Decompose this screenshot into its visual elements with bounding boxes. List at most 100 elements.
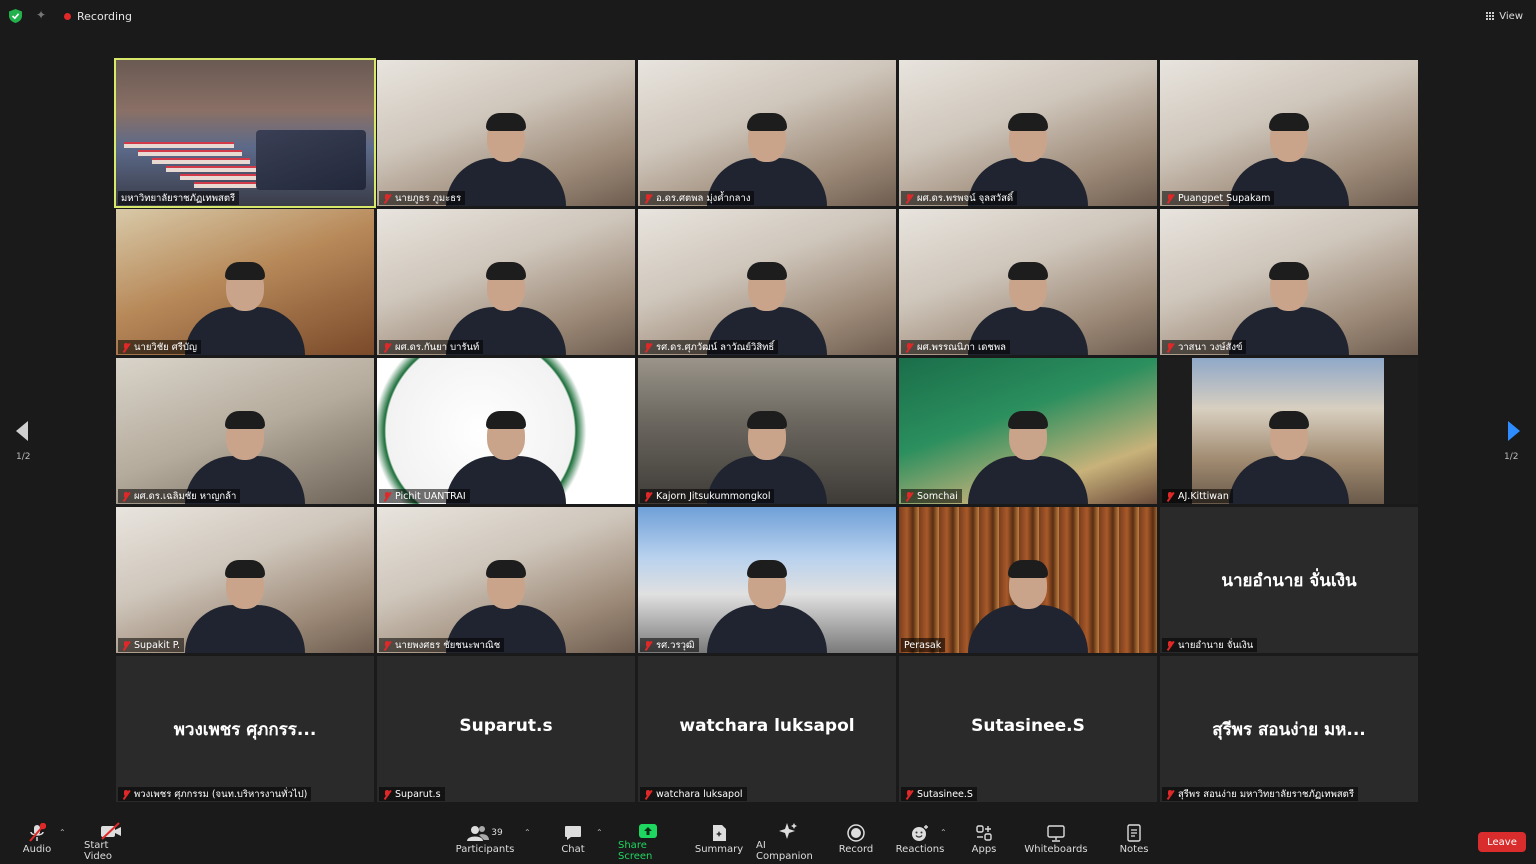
chat-button[interactable]: Chat	[560, 822, 586, 862]
recording-indicator[interactable]: Recording	[58, 7, 140, 25]
participant-hair	[1008, 560, 1048, 578]
view-button[interactable]: View	[1486, 7, 1523, 25]
participant-name-label: Suparut.s	[379, 787, 445, 801]
participant-name: AJ.Kittiwan	[1178, 490, 1229, 502]
participant-name-tile[interactable]: watchara luksapol watchara luksapol	[638, 656, 896, 802]
participant-video-tile[interactable]: Puangpet Supakam	[1160, 60, 1418, 206]
muted-microphone-icon	[121, 342, 131, 353]
participants-button[interactable]: 39 Participants	[455, 822, 515, 862]
participant-name: วาสนา วงษ์สังข์	[1178, 341, 1243, 353]
participant-video-tile[interactable]: Somchai	[899, 358, 1157, 504]
reactions-button[interactable]: Reactions	[896, 822, 944, 862]
participant-hair	[1008, 411, 1048, 429]
participant-hair	[1269, 113, 1309, 131]
record-circle-icon	[847, 822, 865, 844]
participant-name: ผศ.ดร.กันยา บารันท์	[395, 341, 480, 353]
audio-options-caret-icon[interactable]: ⌃	[59, 828, 66, 837]
recording-dot-icon	[64, 12, 71, 20]
participant-video-tile[interactable]: AJ.Kittiwan	[1160, 358, 1418, 504]
share-screen-button[interactable]: Share Screen	[618, 822, 678, 862]
whiteboard-icon	[1046, 822, 1066, 844]
participant-name-label: อ.ดร.ศตพล มุ่งค้ำกลาง	[640, 191, 755, 205]
participant-video-tile[interactable]: Perasak	[899, 507, 1157, 653]
participant-name: อ.ดร.ศตพล มุ่งค้ำกลาง	[656, 192, 751, 204]
participant-name-tile[interactable]: Sutasinee.S Sutasinee.S	[899, 656, 1157, 802]
participant-hair	[486, 411, 526, 429]
meeting-toolbar: Audio ⌃ Start Video 39 Participants ⌃ Ch…	[0, 816, 1536, 864]
participant-video-tile[interactable]: ผศ.พรรณนิภา เดชพล	[899, 209, 1157, 355]
participant-display-name: watchara luksapol	[679, 716, 855, 736]
record-button[interactable]: Record	[838, 822, 874, 862]
participant-hair	[747, 560, 787, 578]
previous-page-arrow-icon[interactable]	[14, 420, 30, 442]
muted-microphone-icon	[1165, 193, 1175, 204]
participant-hair	[486, 560, 526, 578]
participant-name-tile[interactable]: นายอำนาย จั่นเงิน นายอำนาย จั่นเงิน	[1160, 507, 1418, 653]
participant-video-tile[interactable]: ผศ.ดร.พรพจน์ จุลสวัสดิ์	[899, 60, 1157, 206]
whiteboards-label: Whiteboards	[1024, 844, 1088, 855]
participant-name: นายวิชัย ศรีบัญ	[134, 341, 198, 353]
participant-silhouette	[968, 411, 1088, 504]
participant-name-tile[interactable]: พวงเพชร ศุภกรร... พวงเพชร ศุภกรรม (จนท.บร…	[116, 656, 374, 802]
participant-video-tile[interactable]: Pichit UANTRAI	[377, 358, 635, 504]
participant-video-tile[interactable]: มหาวิทยาลัยราชภัฏเทพสตรี	[114, 58, 376, 208]
participant-display-name: สุรีพร สอนง่าย มห...	[1212, 720, 1366, 740]
participant-video-tile[interactable]: นายพงศธร ชัยชนะพาณิช	[377, 507, 635, 653]
apps-label: Apps	[971, 844, 997, 855]
whiteboards-button[interactable]: Whiteboards	[1024, 822, 1088, 862]
muted-microphone-icon	[904, 491, 914, 502]
participant-name-label: ผศ.ดร.พรพจน์ จุลสวัสดิ์	[901, 191, 1018, 205]
participant-video-tile[interactable]: Kajorn Jitsukummongkol	[638, 358, 896, 504]
participant-name: Perasak	[904, 639, 942, 651]
notes-button[interactable]: Notes	[1120, 822, 1148, 862]
apps-icon	[975, 822, 993, 844]
participant-hair	[486, 113, 526, 131]
audio-button[interactable]: Audio	[22, 822, 52, 862]
participant-video-tile[interactable]: วาสนา วงษ์สังข์	[1160, 209, 1418, 355]
participant-hair	[225, 560, 265, 578]
record-label: Record	[838, 844, 874, 855]
leave-button[interactable]: Leave	[1478, 832, 1526, 852]
page-indicator-right: 1/2	[1504, 452, 1519, 462]
participant-name-tile[interactable]: Suparut.s Suparut.s	[377, 656, 635, 802]
muted-microphone-icon	[121, 789, 131, 800]
participant-name-label: สุรีพร สอนง่าย มหาวิทยาลัยราชภัฏเทพสตรี	[1162, 787, 1358, 801]
conference-table	[138, 150, 242, 156]
participant-video-tile[interactable]: ผศ.ดร.เฉลิมชัย หาญกล้า	[116, 358, 374, 504]
participant-silhouette	[968, 560, 1088, 653]
participant-video-tile[interactable]: รศ.วรวุฒิ	[638, 507, 896, 653]
ai-companion-button[interactable]: AI Companion	[756, 822, 820, 862]
participant-video-tile[interactable]: Supakit P.	[116, 507, 374, 653]
muted-microphone-icon	[643, 640, 653, 651]
participant-video-tile[interactable]: ผศ.ดร.กันยา บารันท์	[377, 209, 635, 355]
participant-body	[185, 307, 305, 355]
participant-name: มหาวิทยาลัยราชภัฏเทพสตรี	[121, 192, 236, 204]
participants-label: Participants	[455, 844, 515, 855]
chat-options-caret-icon[interactable]: ⌃	[596, 828, 603, 837]
participant-name-tile[interactable]: สุรีพร สอนง่าย มห... สุรีพร สอนง่าย มหาวิ…	[1160, 656, 1418, 802]
participants-options-caret-icon[interactable]: ⌃	[524, 828, 531, 837]
summary-label: Summary	[694, 844, 744, 855]
participant-name: นายอำนาย จั่นเงิน	[1178, 639, 1254, 651]
participant-name-label: watchara luksapol	[640, 787, 747, 801]
participant-video-tile[interactable]: นายภูธร ภูมะธร	[377, 60, 635, 206]
encryption-shield-icon[interactable]	[9, 9, 22, 23]
reactions-options-caret-icon[interactable]: ⌃	[940, 828, 947, 837]
participant-hair	[1269, 411, 1309, 429]
participant-video-tile[interactable]: นายวิชัย ศรีบัญ	[116, 209, 374, 355]
participant-video-tile[interactable]: รศ.ดร.ศุภวัฒน์ ลาวัณย์วิสิทธิ์	[638, 209, 896, 355]
participant-name-label: ผศ.ดร.เฉลิมชัย หาญกล้า	[118, 489, 241, 503]
participant-video-tile[interactable]: อ.ดร.ศตพล มุ่งค้ำกลาง	[638, 60, 896, 206]
conference-table	[152, 158, 250, 164]
apps-button[interactable]: Apps	[970, 822, 998, 862]
next-page-arrow-icon[interactable]	[1506, 420, 1522, 442]
start-video-button[interactable]: Start Video	[84, 822, 138, 862]
summary-button[interactable]: Summary	[694, 822, 744, 862]
participant-silhouette	[1229, 262, 1349, 355]
participant-name-label: Pichit UANTRAI	[379, 489, 470, 503]
ai-companion-sparkle-icon	[778, 822, 798, 840]
ai-sparkle-icon[interactable]: ✦	[34, 8, 48, 22]
participant-name-label: นายวิชัย ศรีบัญ	[118, 340, 202, 354]
participant-name-label: วาสนา วงษ์สังข์	[1162, 340, 1247, 354]
participant-display-name: Suparut.s	[459, 716, 553, 736]
